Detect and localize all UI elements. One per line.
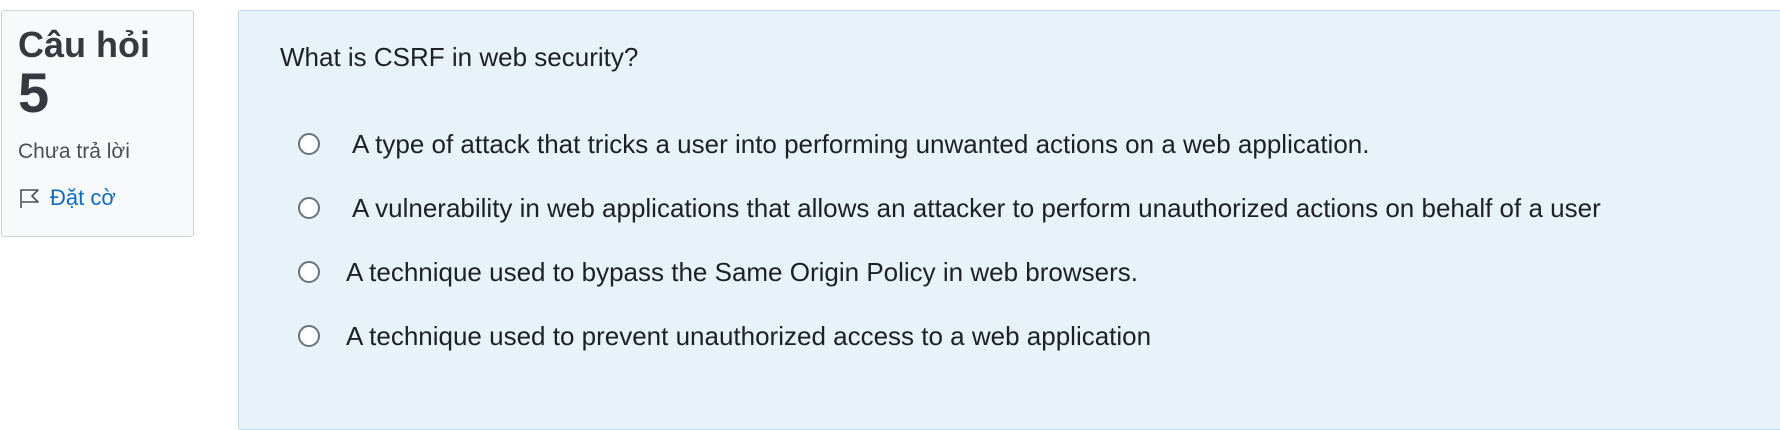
answer-text-1: A type of attack that tricks a user into… xyxy=(352,129,1370,159)
answer-option-2[interactable]: A vulnerability in web applications that… xyxy=(298,192,1601,224)
question-info-panel: Câu hỏi 5 Chưa trả lời Đặt cờ xyxy=(1,10,194,237)
answer-text-4: A technique used to prevent unauthorized… xyxy=(346,321,1152,351)
radio-button-2[interactable] xyxy=(298,197,320,219)
answer-text-3: A technique used to bypass the Same Orig… xyxy=(346,257,1138,287)
flag-label: Đặt cờ xyxy=(50,185,116,210)
answer-status: Chưa trả lời xyxy=(18,140,130,163)
question-content-panel: What is CSRF in web security? A type of … xyxy=(238,10,1780,430)
question-text: What is CSRF in web security? xyxy=(280,42,639,72)
answer-option-3[interactable]: A technique used to bypass the Same Orig… xyxy=(298,256,1138,288)
answer-option-4[interactable]: A technique used to prevent unauthorized… xyxy=(298,320,1151,352)
flag-question-link[interactable]: Đặt cờ xyxy=(18,185,179,211)
answer-text-2: A vulnerability in web applications that… xyxy=(352,193,1601,223)
flag-icon xyxy=(20,189,39,208)
radio-button-4[interactable] xyxy=(298,325,320,347)
question-heading: Câu hỏi 5 xyxy=(18,25,179,123)
question-label: Câu hỏi xyxy=(18,24,150,65)
question-number: 5 xyxy=(18,61,50,124)
radio-button-3[interactable] xyxy=(298,261,320,283)
answer-option-1[interactable]: A type of attack that tricks a user into… xyxy=(298,128,1369,160)
radio-button-1[interactable] xyxy=(298,133,320,155)
